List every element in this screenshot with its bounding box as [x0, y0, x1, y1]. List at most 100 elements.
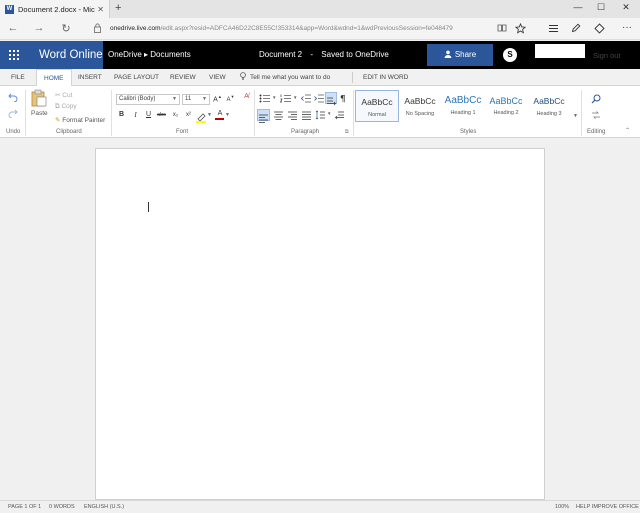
- close-window-button[interactable]: ✕: [616, 2, 636, 13]
- breadcrumb: OneDrive ▸ Documents: [108, 41, 191, 69]
- tab-review[interactable]: REVIEW: [170, 69, 196, 86]
- bullets-dropdown-icon[interactable]: ▼: [272, 95, 276, 100]
- breadcrumb-onedrive[interactable]: OneDrive: [108, 50, 142, 59]
- line-spacing-icon[interactable]: [315, 110, 326, 120]
- highlight-dropdown-icon[interactable]: ▼: [207, 112, 212, 118]
- format-painter-label: Format Painter: [62, 117, 106, 124]
- group-separator: [581, 90, 582, 136]
- more-options-icon[interactable]: ···: [620, 22, 634, 33]
- document-name[interactable]: Document 2: [259, 50, 302, 59]
- align-left-button[interactable]: [257, 109, 270, 123]
- cut-button[interactable]: ✂ Cut: [55, 91, 72, 99]
- style-name: Heading 3: [536, 111, 562, 117]
- breadcrumb-documents[interactable]: Documents: [150, 50, 190, 59]
- paragraph-mark-icon[interactable]: ¶: [339, 93, 349, 104]
- hub-icon[interactable]: [548, 24, 559, 33]
- clear-formatting-icon[interactable]: A̸: [241, 93, 252, 100]
- maximize-button[interactable]: ☐: [591, 2, 611, 13]
- bold-button[interactable]: B: [116, 111, 127, 118]
- new-tab-button[interactable]: +: [115, 2, 121, 14]
- font-size-dropdown[interactable]: 11 ▼: [182, 94, 210, 105]
- share-label: Share: [454, 50, 477, 59]
- font-color-dropdown-icon[interactable]: ▼: [225, 112, 230, 118]
- ltr-button[interactable]: [325, 92, 337, 106]
- rtl-icon[interactable]: [334, 110, 345, 120]
- styles-more-icon[interactable]: ▼: [573, 113, 578, 119]
- strikethrough-button[interactable]: abc: [155, 112, 168, 118]
- undo-icon[interactable]: [8, 93, 18, 102]
- style-normal[interactable]: AaBbCc Normal: [355, 90, 399, 122]
- zoom-level[interactable]: 100%: [555, 504, 569, 510]
- sign-out-link[interactable]: Sign out: [593, 51, 621, 60]
- reading-view-icon[interactable]: [497, 24, 507, 32]
- status-bar: PAGE 1 OF 1 0 WORDS ENGLISH (U.S.) 100% …: [0, 500, 640, 513]
- decrease-indent-icon[interactable]: [301, 94, 312, 103]
- url-host: onedrive.live.com: [110, 25, 161, 32]
- bullets-icon[interactable]: [259, 94, 271, 103]
- app-name[interactable]: Word Online: [28, 41, 103, 69]
- align-right-icon[interactable]: [287, 110, 298, 120]
- forward-button[interactable]: →: [32, 22, 46, 34]
- tab-view[interactable]: VIEW: [209, 69, 226, 86]
- share-page-icon[interactable]: [594, 23, 605, 34]
- favorite-star-icon[interactable]: [515, 23, 526, 34]
- align-center-icon[interactable]: [273, 110, 284, 120]
- group-separator: [254, 90, 255, 136]
- language-status[interactable]: ENGLISH (U.S.): [84, 504, 124, 510]
- grow-font-icon[interactable]: A▲: [212, 94, 223, 103]
- find-icon[interactable]: [591, 94, 601, 104]
- collapse-ribbon-icon[interactable]: ⌃: [625, 127, 630, 134]
- italic-button[interactable]: I: [130, 111, 141, 119]
- chevron-down-icon: ▼: [202, 96, 207, 102]
- replace-icon[interactable]: [591, 110, 601, 120]
- browser-window: W Document 2.docx - Mic ✕ + — ☐ ✕ ← → ↻ …: [0, 0, 640, 513]
- minimize-button[interactable]: —: [568, 2, 588, 12]
- superscript-button[interactable]: x²: [183, 112, 194, 118]
- style-heading-1[interactable]: AaBbCc Heading 1: [441, 90, 485, 122]
- tab-home[interactable]: HOME: [36, 69, 72, 87]
- copy-label: Copy: [61, 103, 77, 110]
- refresh-button[interactable]: ↻: [59, 22, 73, 35]
- tab-insert[interactable]: INSERT: [78, 69, 102, 86]
- paste-label[interactable]: Paste: [31, 110, 48, 117]
- copy-button[interactable]: ⧉ Copy: [55, 103, 77, 111]
- breadcrumb-chevron-icon: ▸: [144, 50, 149, 59]
- increase-indent-icon[interactable]: [314, 94, 325, 103]
- address-bar: ← → ↻ onedrive.live.com/edit.aspx?resid=…: [0, 18, 640, 40]
- style-heading-2[interactable]: AaBbCc Heading 2: [484, 90, 528, 122]
- browser-tab[interactable]: W Document 2.docx - Mic ✕: [0, 0, 110, 18]
- ribbon: Undo Paste ✂ Cut ⧉ Copy ✎ Format Painter…: [0, 86, 640, 138]
- redo-icon[interactable]: [8, 109, 18, 118]
- underline-button[interactable]: U: [143, 111, 154, 118]
- font-name-dropdown[interactable]: Calibri (Body) ▼: [116, 94, 180, 105]
- app-launcher-icon[interactable]: [0, 41, 28, 69]
- share-button[interactable]: Share: [427, 44, 493, 66]
- lightbulb-icon: [240, 72, 246, 80]
- paragraph-dialog-launcher-icon[interactable]: ⧉: [345, 129, 349, 135]
- url-input[interactable]: onedrive.live.com/edit.aspx?resid=ADFCA4…: [110, 25, 500, 32]
- style-name: Heading 1: [450, 110, 476, 116]
- edit-in-word-button[interactable]: EDIT IN WORD: [363, 69, 408, 86]
- tell-me-box[interactable]: Tell me what you want to do: [240, 69, 330, 86]
- back-button[interactable]: ←: [6, 22, 20, 34]
- skype-icon[interactable]: S: [503, 48, 517, 62]
- document-page[interactable]: [95, 148, 545, 500]
- line-spacing-dropdown-icon[interactable]: ▼: [327, 111, 331, 116]
- align-left-icon: [259, 114, 268, 123]
- numbering-dropdown-icon[interactable]: ▼: [293, 95, 297, 100]
- subscript-button[interactable]: x₂: [170, 112, 181, 118]
- paste-icon[interactable]: [31, 89, 47, 107]
- format-painter-button[interactable]: ✎ Format Painter: [55, 116, 105, 124]
- tab-close-icon[interactable]: ✕: [97, 5, 104, 14]
- tab-page-layout[interactable]: PAGE LAYOUT: [114, 69, 159, 86]
- tab-file[interactable]: FILE: [11, 69, 25, 86]
- browser-tab-bar: W Document 2.docx - Mic ✕ + — ☐ ✕: [0, 0, 640, 18]
- style-no-spacing[interactable]: AaBbCc No Spacing: [398, 90, 442, 122]
- shrink-font-icon[interactable]: A▼: [225, 94, 236, 103]
- clipboard-group-label: Clipboard: [56, 129, 82, 135]
- web-note-icon[interactable]: [571, 23, 581, 33]
- justify-icon[interactable]: [301, 110, 312, 120]
- style-heading-3[interactable]: AaBbCc Heading 3: [527, 90, 571, 122]
- numbering-icon[interactable]: [280, 94, 292, 103]
- help-improve-office-link[interactable]: HELP IMPROVE OFFICE: [576, 504, 639, 510]
